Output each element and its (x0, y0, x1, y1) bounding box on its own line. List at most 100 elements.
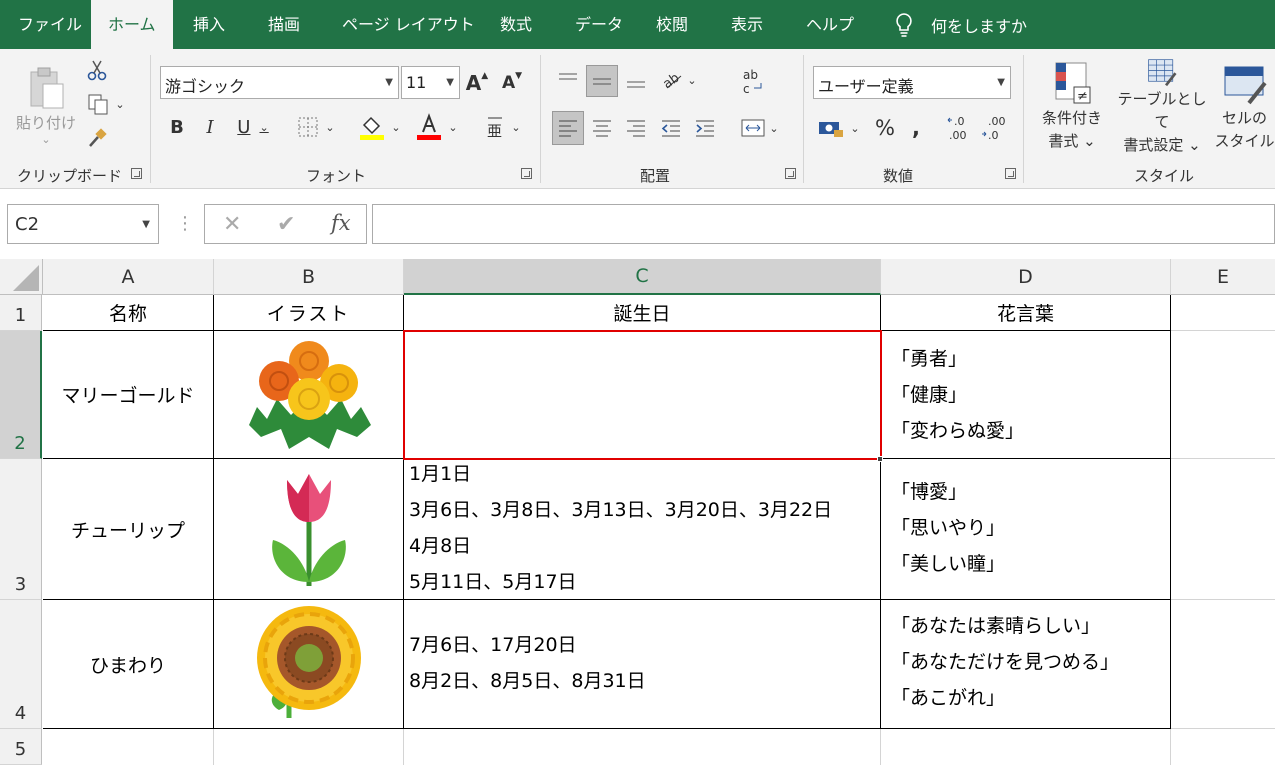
align-right-button[interactable] (621, 113, 651, 143)
copy-button[interactable]: ⌄ (84, 91, 128, 117)
align-left-button[interactable] (552, 111, 584, 145)
fill-color-button[interactable]: ⌄ (356, 111, 404, 143)
border-icon (298, 117, 318, 137)
paste-button[interactable]: 貼り付け ⌄ (10, 57, 82, 153)
cell-d2[interactable]: 「勇者」 「健康」 「変わらぬ愛」 (881, 331, 1171, 459)
align-bottom-button[interactable] (621, 65, 651, 95)
merge-center-button[interactable]: ⌄ (736, 113, 784, 143)
font-color-button[interactable]: ⌄ (413, 111, 461, 143)
formula-input[interactable] (372, 204, 1275, 244)
align-middle-button[interactable] (586, 65, 618, 97)
row-header-2[interactable]: 2 (0, 331, 42, 459)
cell-c3[interactable]: 1月1日 3月6日、3月8日、3月13日、3月20日、3月22日 4月8日 5月… (404, 459, 881, 600)
birthday-lines: 1月1日 3月6日、3月8日、3月13日、3月20日、3月22日 4月8日 5月… (409, 456, 832, 600)
select-all-button[interactable] (0, 259, 43, 295)
format-painter-button[interactable] (84, 125, 110, 151)
cell-d4[interactable]: 「あなたは素晴らしい」 「あなただけを見つめる」 「あこがれ」 (881, 600, 1171, 729)
tab-review[interactable]: 校閲 (656, 0, 688, 49)
font-size-value: 11 (406, 73, 427, 92)
cell-styles-button[interactable]: セルの スタイル (1214, 57, 1275, 157)
tab-view[interactable]: 表示 (731, 0, 763, 49)
tab-draw[interactable]: 描画 (268, 0, 300, 49)
increase-font-size-button[interactable]: A ▲ (465, 69, 489, 97)
column-header-e[interactable]: E (1171, 259, 1275, 295)
group-separator (1023, 55, 1024, 183)
enter-check-icon[interactable]: ✔ (277, 212, 295, 237)
cell-a3[interactable]: チューリップ (43, 459, 214, 600)
conditional-formatting-label-2: 書式 ⌄ (1048, 132, 1096, 150)
column-header-d[interactable]: D (881, 259, 1171, 295)
cell-b1[interactable]: イラスト (214, 295, 404, 331)
row-header-5[interactable]: 5 (0, 729, 42, 765)
fill-handle[interactable] (877, 456, 883, 462)
cell-d3[interactable]: 「博愛」 「思いやり」 「美しい瞳」 (881, 459, 1171, 600)
row-header-3[interactable]: 3 (0, 459, 42, 600)
column-e-cells[interactable] (1171, 295, 1275, 729)
clipboard-dialog-launcher[interactable] (131, 168, 142, 179)
alignment-dialog-launcher[interactable] (785, 168, 796, 179)
number-format-select[interactable]: ユーザー定義 ▼ (813, 66, 1011, 99)
percent-style-button[interactable]: % (872, 113, 898, 143)
bold-button[interactable]: B (165, 113, 189, 141)
cell-styles-icon (1224, 66, 1267, 105)
tell-me-box[interactable]: 何をしますか (893, 0, 1027, 49)
tab-file[interactable]: ファイル (18, 0, 82, 49)
column-header-a[interactable]: A (43, 259, 214, 295)
font-name-select[interactable]: 游ゴシック ▼ (160, 66, 399, 99)
alignment-group-label: 配置 (640, 167, 671, 185)
cell-a1[interactable]: 名称 (43, 295, 214, 331)
tab-page-layout[interactable]: ページ レイアウト (342, 0, 475, 49)
empty-row-5[interactable] (43, 729, 1275, 765)
tab-data[interactable]: データ (575, 0, 623, 49)
comma-style-button[interactable]: , (906, 113, 926, 143)
accounting-format-button[interactable]: ⌄ (814, 113, 864, 143)
cell-d1[interactable]: 花言葉 (881, 295, 1171, 331)
decrease-decimal-button[interactable]: .00.0 (980, 111, 1008, 145)
column-header-c[interactable]: C (404, 259, 881, 295)
cell-a2[interactable]: マリーゴールド (43, 331, 214, 459)
font-dialog-launcher[interactable] (521, 168, 532, 179)
cell-c1[interactable]: 誕生日 (404, 295, 881, 331)
align-center-icon (593, 120, 611, 137)
align-top-button[interactable] (553, 65, 583, 95)
font-size-select[interactable]: 11 ▼ (401, 66, 460, 99)
birthday-line: 5月11日、5月17日 (409, 571, 577, 593)
borders-button[interactable]: ⌄ (293, 113, 339, 141)
phonetic-guide-button[interactable]: 亜 ⌄ (480, 111, 526, 143)
cancel-icon[interactable]: ✕ (223, 212, 241, 237)
cut-button[interactable] (84, 57, 110, 83)
tab-formulas[interactable]: 数式 (500, 0, 532, 49)
wrap-text-button[interactable]: ab c (740, 65, 766, 99)
row-header-1[interactable]: 1 (0, 295, 42, 331)
row-header-4[interactable]: 4 (0, 600, 42, 729)
tab-home[interactable]: ホーム (91, 0, 173, 49)
cell-a4[interactable]: ひまわり (43, 600, 214, 729)
italic-button[interactable]: I (198, 113, 222, 141)
format-as-table-button[interactable]: テーブルとして 書式設定 ⌄ (1111, 57, 1213, 157)
tab-help[interactable]: ヘルプ (806, 0, 854, 49)
cell-c4[interactable]: 7月6日、17月20日 8月2日、8月5日、8月31日 (404, 600, 881, 729)
increase-indent-button[interactable] (690, 113, 720, 143)
font-group-label: フォント (306, 167, 367, 185)
birthday-lines: 7月6日、17月20日 8月2日、8月5日、8月31日 (409, 627, 646, 699)
cell-b3[interactable] (214, 459, 404, 600)
drag-handle-icon[interactable]: ⋮ (176, 213, 194, 234)
align-center-button[interactable] (587, 113, 617, 143)
cell-b4[interactable] (214, 600, 404, 729)
decrease-font-size-button[interactable]: A ▼ (500, 69, 524, 97)
column-header-b[interactable]: B (214, 259, 404, 295)
underline-button[interactable]: U ⌄ (231, 113, 275, 141)
number-dialog-launcher[interactable] (1005, 168, 1016, 179)
orientation-button[interactable]: ab ⌄ (656, 65, 702, 95)
conditional-formatting-button[interactable]: ≠ 条件付き 書式 ⌄ (1034, 57, 1110, 157)
align-bottom-icon (627, 81, 645, 88)
selected-cell-border (403, 330, 882, 460)
svg-text:.0: .0 (988, 129, 999, 142)
insert-function-icon[interactable]: fx (331, 211, 351, 235)
cell-styles-label-2: スタイル (1214, 132, 1275, 150)
decrease-indent-button[interactable] (656, 113, 686, 143)
increase-decimal-button[interactable]: .0.00 (946, 111, 974, 145)
cell-b2[interactable] (214, 331, 404, 459)
name-box[interactable]: C2 ▼ (7, 204, 159, 244)
tab-insert[interactable]: 挿入 (193, 0, 225, 49)
